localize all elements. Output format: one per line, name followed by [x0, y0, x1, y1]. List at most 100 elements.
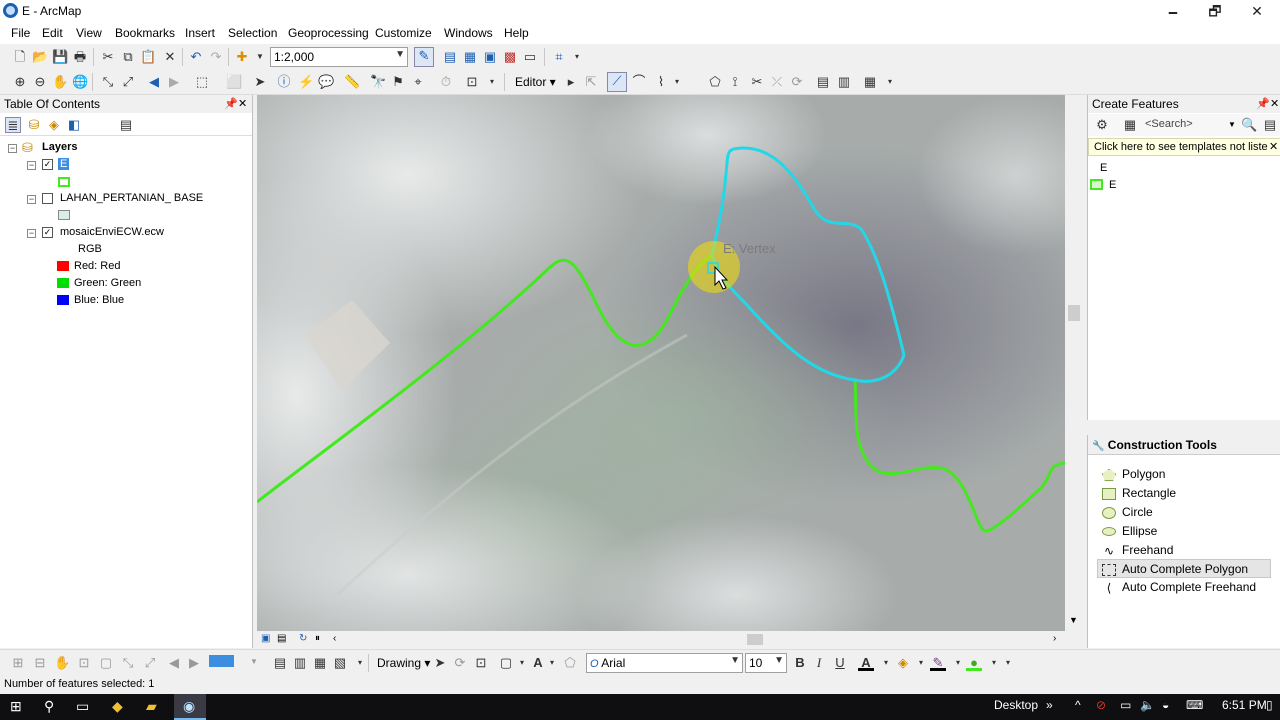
select-elements-icon[interactable]: ➤: [432, 655, 448, 671]
chevron-down-icon[interactable]: ▾: [913, 655, 929, 671]
menu-selection[interactable]: Selection: [228, 26, 277, 40]
layer-visibility-checkbox[interactable]: ✓: [42, 159, 53, 170]
select-elements-icon[interactable]: ➤: [252, 74, 268, 90]
full-extent-icon[interactable]: 🌐: [72, 74, 88, 90]
organize-templates-icon[interactable]: ⚙: [1094, 117, 1110, 133]
hyperlink-icon[interactable]: ⚡: [298, 74, 314, 90]
endpoint-arc-icon[interactable]: ⌒: [631, 74, 647, 90]
clock[interactable]: 6:51 PM: [1222, 698, 1267, 712]
more-options-icon[interactable]: ▤: [1262, 117, 1278, 133]
data-driven-pages-icon[interactable]: ▧: [332, 655, 348, 671]
underline-button[interactable]: U: [832, 655, 848, 671]
list-by-visibility-icon[interactable]: ◈: [46, 117, 62, 133]
edit-tool-icon[interactable]: ▸: [563, 74, 579, 90]
layer-name-lahan[interactable]: LAHAN_PERTANIAN_ BASE: [60, 192, 203, 204]
marker-color-icon[interactable]: ●: [966, 655, 982, 671]
toc-root-label[interactable]: Layers: [42, 141, 77, 153]
chevron-down-icon[interactable]: ▼: [252, 49, 268, 65]
close-icon[interactable]: ✕: [238, 97, 247, 110]
map-view[interactable]: E: Vertex: [257, 95, 1065, 631]
reshape-feature-icon[interactable]: ⟟: [727, 74, 743, 90]
data-view-icon[interactable]: ▣: [261, 633, 270, 644]
font-combo[interactable]: O Arial ▼: [586, 653, 743, 673]
pin-icon[interactable]: 📌: [224, 97, 238, 110]
search-icon[interactable]: ⚲: [44, 698, 54, 715]
volume-icon[interactable]: 🔈: [1140, 698, 1155, 712]
edit-vertices-icon[interactable]: ⬠: [707, 74, 723, 90]
new-icon[interactable]: 🗋: [12, 49, 28, 65]
tool-circle[interactable]: Circle: [1102, 505, 1153, 519]
chevron-down-icon[interactable]: ▾: [544, 655, 560, 671]
paste-icon[interactable]: 📋: [140, 49, 156, 65]
collapse-icon[interactable]: −: [8, 144, 17, 153]
font-size-combo[interactable]: 10 ▼: [745, 653, 787, 673]
print-icon[interactable]: 🖶: [72, 49, 88, 65]
menu-customize[interactable]: Customize: [375, 26, 432, 40]
close-button[interactable]: ✕: [1234, 0, 1280, 22]
layer-name-mosaic[interactable]: mosaicEnviECW.ecw: [60, 226, 164, 238]
rectangle-tool-icon[interactable]: ▢: [498, 655, 514, 671]
fixed-zoom-in-layout-icon[interactable]: ⤡: [120, 655, 136, 671]
scroll-thumb[interactable]: [1068, 305, 1080, 321]
zoom-100-icon[interactable]: ▢: [98, 655, 114, 671]
map-canvas[interactable]: E: Vertex: [257, 95, 1065, 631]
map-horizontal-scrollbar[interactable]: ▣ ▤ ↻ ⏸ ‹ ›: [257, 632, 1065, 647]
pin-icon[interactable]: 📌: [1256, 97, 1270, 110]
layout-view-icon[interactable]: ▤: [277, 633, 286, 644]
edit-vertices-icon[interactable]: ⬠: [562, 655, 578, 671]
line-color-icon[interactable]: ✎: [930, 655, 946, 671]
collapse-icon[interactable]: −: [27, 229, 36, 238]
chevron-down-icon[interactable]: ▾: [669, 74, 685, 90]
italic-button[interactable]: I: [811, 655, 827, 671]
editor-toolbar-icon[interactable]: ✎: [414, 47, 434, 67]
panel-resize-bar[interactable]: [1088, 420, 1280, 430]
change-layout-icon[interactable]: ▦: [312, 655, 328, 671]
list-by-selection-icon[interactable]: ◧: [66, 117, 82, 133]
pan-icon[interactable]: ✋: [52, 74, 68, 90]
cut-polygons-icon[interactable]: ✂: [749, 74, 765, 90]
zoom-out-fixed-icon[interactable]: ⊟: [32, 655, 48, 671]
toolbar-options-icon[interactable]: ▾: [352, 655, 368, 671]
table-of-contents-icon[interactable]: ▤: [442, 49, 458, 65]
add-data-icon[interactable]: ✚: [234, 49, 250, 65]
zoom-in-icon[interactable]: ⊕: [12, 74, 28, 90]
chevron-up-icon[interactable]: ^: [1075, 698, 1081, 712]
drawing-menu-button[interactable]: Drawing ▾: [377, 656, 430, 670]
layer-visibility-checkbox[interactable]: [42, 193, 53, 204]
time-slider-icon[interactable]: ⏱: [438, 74, 454, 90]
zoom-level-box[interactable]: [209, 655, 234, 667]
measure-icon[interactable]: 📏: [344, 74, 360, 90]
map-vertical-scrollbar[interactable]: ▼: [1066, 95, 1082, 631]
missing-templates-hint[interactable]: Click here to see templates not liste: [1088, 138, 1280, 156]
task-view-icon[interactable]: ▭: [76, 698, 89, 715]
list-by-drawing-order-icon[interactable]: ≣: [5, 117, 21, 133]
arctoolbox-icon[interactable]: ▩: [502, 49, 518, 65]
previous-extent-icon[interactable]: ◀: [166, 655, 182, 671]
forward-icon[interactable]: ▶: [166, 74, 182, 90]
select-features-icon[interactable]: ⬚: [194, 74, 210, 90]
menu-edit[interactable]: Edit: [42, 26, 63, 40]
redo-icon[interactable]: ↷: [208, 49, 224, 65]
delete-icon[interactable]: ✕: [162, 49, 178, 65]
options-icon[interactable]: ▤: [118, 117, 134, 133]
scroll-thumb[interactable]: [747, 634, 763, 645]
create-viewer-icon[interactable]: ⊡: [464, 74, 480, 90]
toolbar-options-icon[interactable]: ▾: [484, 74, 500, 90]
next-extent-icon[interactable]: ▶: [186, 655, 202, 671]
template-search-input[interactable]: <Search>: [1145, 118, 1193, 130]
find-route-icon[interactable]: ⚑: [390, 74, 406, 90]
template-item-e[interactable]: E: [1109, 179, 1116, 191]
tool-auto-complete-freehand[interactable]: ⟨ Auto Complete Freehand: [1102, 580, 1256, 594]
back-icon[interactable]: ◀: [146, 74, 162, 90]
attributes-icon[interactable]: ▤: [815, 74, 831, 90]
straight-segment-icon[interactable]: ⟋: [607, 72, 627, 92]
search-window-icon[interactable]: ▣: [482, 49, 498, 65]
html-popup-icon[interactable]: 💬: [318, 74, 334, 90]
list-by-source-icon[interactable]: ⛁: [26, 117, 42, 133]
zoom-in-fixed-icon[interactable]: ⊞: [10, 655, 26, 671]
rotate-icon[interactable]: ⟳: [452, 655, 468, 671]
menu-view[interactable]: View: [76, 26, 102, 40]
sketch-properties-icon[interactable]: ▥: [836, 74, 852, 90]
desktop-toolbar-label[interactable]: Desktop: [994, 698, 1038, 712]
trace-icon[interactable]: ⌇: [653, 74, 669, 90]
